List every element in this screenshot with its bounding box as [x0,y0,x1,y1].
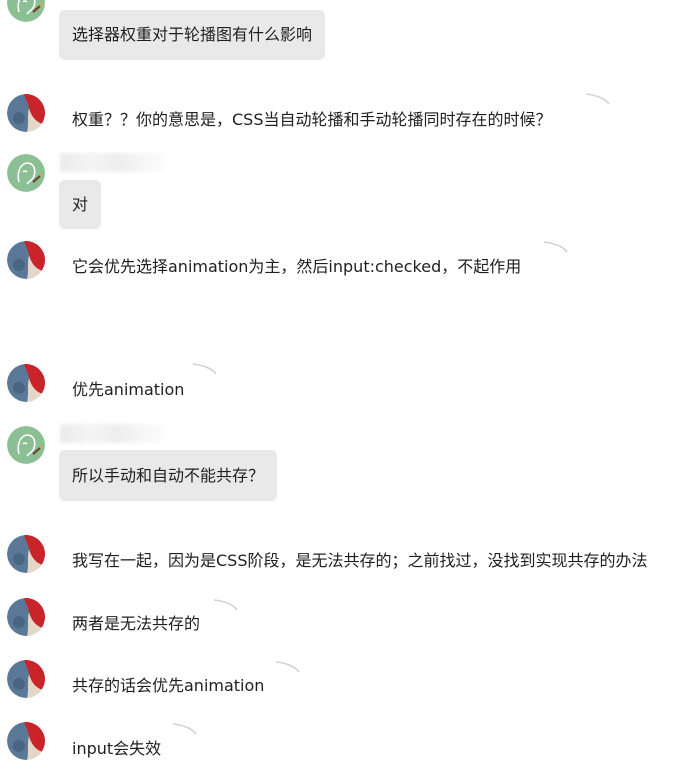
red-blue-avatar-icon [7,535,45,573]
my-avatar[interactable] [7,660,45,698]
sender-name-redacted [60,424,164,443]
message-bubble: 对 [59,180,102,229]
message-text: 两者是无法共存的 [72,614,201,633]
red-blue-avatar-icon [7,94,45,132]
red-blue-avatar-icon [7,660,45,698]
message-bubble: 所以手动和自动不能共存？ [59,450,278,501]
flourish-decoration [275,661,300,673]
my-avatar[interactable] [7,535,45,573]
flourish-decoration [585,93,610,105]
message-text: 优先animation [72,380,185,399]
my-avatar[interactable] [7,722,45,760]
flourish-decoration [543,241,568,253]
my-avatar[interactable] [7,94,45,132]
message-text: 所以手动和自动不能共存？ [72,466,265,485]
red-blue-avatar-icon [7,364,45,402]
message-text: 它会优先选择animation为主，然后input:checked，不起作用 [72,257,522,276]
red-blue-avatar-icon [7,598,45,636]
message-text: 共存的话会优先animation [72,676,265,695]
contact-avatar[interactable] [7,426,45,464]
red-blue-avatar-icon [7,722,45,760]
my-avatar[interactable] [7,598,45,636]
flourish-decoration [213,599,238,611]
sketch-face-avatar-icon [7,426,45,464]
flourish-decoration [172,723,197,735]
message-bubble: 选择器权重对于轮播图有什么影响 [59,10,326,60]
contact-avatar[interactable] [7,0,45,22]
red-blue-avatar-icon [7,241,45,279]
sketch-face-avatar-icon [7,0,45,22]
flourish-decoration [192,363,217,375]
sketch-face-avatar-icon [7,154,45,192]
message-text: 我写在一起，因为是CSS阶段，是无法共存的；之前找过，没找到实现共存的办法 [72,551,648,570]
contact-avatar[interactable] [7,154,45,192]
message-text: 选择器权重对于轮播图有什么影响 [72,25,313,44]
sender-name-redacted [60,153,164,172]
message-text: 权重？？你的意思是，CSS当自动轮播和手动轮播同时存在的时候？ [72,110,552,129]
message-text: input会失效 [72,739,162,758]
my-avatar[interactable] [7,241,45,279]
my-avatar[interactable] [7,364,45,402]
message-text: 对 [72,195,89,214]
